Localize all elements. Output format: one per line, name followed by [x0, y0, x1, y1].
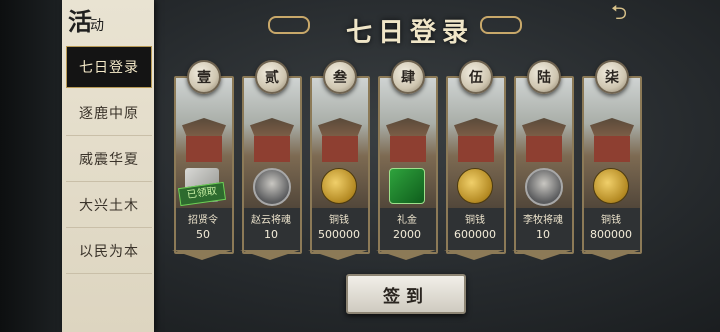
sidebar-title-big: 活: [68, 7, 92, 36]
coin-stack-icon: [457, 168, 493, 204]
coin-stack-icon: [593, 168, 629, 204]
sidebar-title-small: 动: [90, 18, 104, 34]
header-right-ornament: [480, 16, 522, 34]
menu-item-yimin-weiben[interactable]: 以民为本: [66, 229, 152, 274]
reward-quantity: 50: [196, 228, 210, 241]
day-number-badge: 柒: [595, 60, 629, 94]
card-tip: [376, 250, 436, 260]
reward-quantity: 500000: [318, 228, 360, 241]
coin-stack-icon: [321, 168, 357, 204]
day-number-badge: 伍: [459, 60, 493, 94]
reward-quantity: 600000: [454, 228, 496, 241]
reward-name: 李牧将魂: [523, 215, 563, 226]
day-number-badge: 贰: [255, 60, 289, 94]
day-number-badge: 陆: [527, 60, 561, 94]
reward-quantity: 10: [264, 228, 278, 241]
back-arrow-icon: ⮌: [610, 0, 628, 24]
portrait-icon: [525, 168, 563, 206]
sidebar-title: 活动: [68, 2, 104, 37]
portrait-icon: [253, 168, 291, 206]
menu-item-label: 威震华夏: [79, 152, 139, 168]
jade-icon: [389, 168, 425, 204]
back-button[interactable]: ⮌: [598, 0, 640, 26]
reward-name: 招贤令: [188, 215, 218, 226]
menu-item-seven-day-login[interactable]: 七日登录: [66, 46, 152, 88]
card-tip: [444, 250, 504, 260]
left-edge-panel: [0, 0, 62, 332]
day-number-badge: 叁: [323, 60, 357, 94]
menu-item-label: 以民为本: [79, 244, 139, 260]
menu-item-zhulu-zhongyuan[interactable]: 逐鹿中原: [66, 91, 152, 136]
reward-quantity: 10: [536, 228, 550, 241]
menu-item-label: 大兴土木: [79, 198, 139, 214]
day-number-badge: 肆: [391, 60, 425, 94]
menu-item-label: 七日登录: [79, 60, 139, 76]
menu-item-label: 逐鹿中原: [79, 106, 139, 122]
sign-in-button[interactable]: 签到: [346, 274, 466, 314]
day-number-badge: 壹: [187, 60, 221, 94]
menu-item-daxing-tumu[interactable]: 大兴土木: [66, 183, 152, 228]
reward-name: 铜钱: [601, 215, 621, 226]
page-title: 七日登录: [345, 17, 474, 48]
reward-name: 铜钱: [465, 215, 485, 226]
menu-item-weizhen-huaxia[interactable]: 威震华夏: [66, 137, 152, 182]
card-tip: [580, 250, 640, 260]
reward-quantity: 800000: [590, 228, 632, 241]
reward-name: 礼金: [397, 215, 417, 226]
reward-quantity: 2000: [393, 228, 421, 241]
card-tip: [512, 250, 572, 260]
card-tip: [308, 250, 368, 260]
activity-menu: 七日登录 逐鹿中原 威震华夏 大兴土木 以民为本: [66, 44, 152, 275]
card-tip: [172, 250, 232, 260]
reward-name: 赵云将魂: [251, 215, 291, 226]
card-tip: [240, 250, 300, 260]
reward-name: 铜钱: [329, 215, 349, 226]
